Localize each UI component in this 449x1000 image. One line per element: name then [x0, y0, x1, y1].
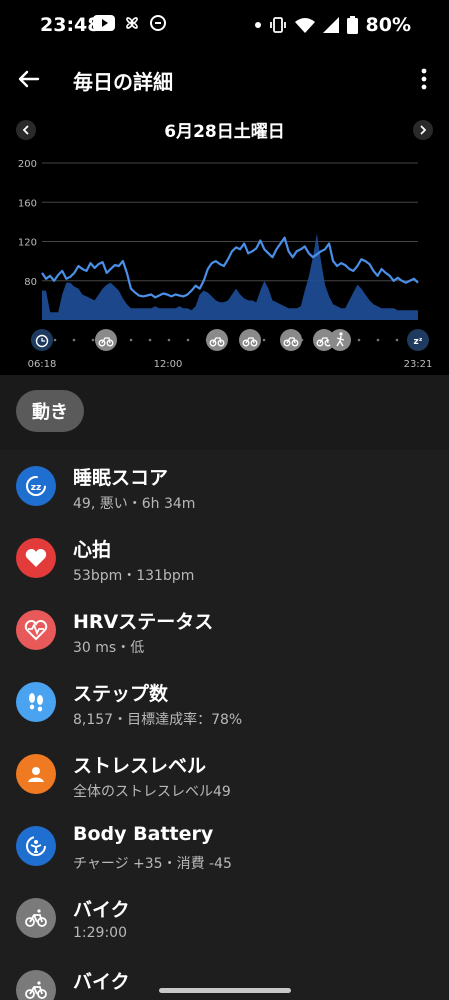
- chart-svg: 200 160 120 80 zᶻ 06:18 12:00 23:21: [18, 159, 433, 370]
- app-bar: 毎日の詳細: [0, 50, 449, 108]
- timeline-dot: [148, 338, 152, 342]
- status-icons-right: 80%: [254, 14, 411, 36]
- list-item[interactable]: ストレスレベル全体のストレスレベル49: [0, 738, 449, 810]
- list-item-subtitle: 1:29:00: [73, 925, 127, 941]
- page-title: 毎日の詳細: [73, 70, 173, 94]
- svg-text:zz: zz: [31, 483, 41, 493]
- list-item-subtitle: 30 ms・低: [73, 640, 145, 656]
- timeline-dot: [186, 338, 190, 342]
- y-tick-label: 160: [18, 198, 37, 209]
- timeline-dot: [72, 338, 76, 342]
- youtube-icon: [93, 15, 115, 31]
- next-day-button[interactable]: [413, 120, 433, 140]
- fan-icon: [126, 17, 138, 29]
- chevron-right-icon: [420, 125, 427, 135]
- bike-icon[interactable]: [206, 329, 228, 351]
- list-item-label: 睡眠スコア: [73, 467, 169, 489]
- status-bar: 23:48 80%: [0, 0, 449, 50]
- daily-chart: 200 160 120 80 zᶻ 06:18 12:00 23:21: [0, 150, 449, 375]
- hrv-icon: [16, 610, 56, 650]
- list-item[interactable]: zz 睡眠スコア 49, 悪い・6h 34m: [0, 450, 449, 522]
- heart-rate-line-series: [41, 236, 419, 299]
- list-item-label: ステップ数: [73, 683, 169, 705]
- notification-icons: [93, 14, 167, 32]
- timeline-dot: [91, 338, 95, 342]
- list-item[interactable]: HRVステータス 30 ms・低: [0, 594, 449, 666]
- x-tick-label: 12:00: [154, 359, 183, 370]
- list-item[interactable]: Body Battery チャージ +35・消費 -45: [0, 810, 449, 882]
- battery-percent: 80%: [365, 14, 411, 36]
- timeline-dot: [129, 338, 133, 342]
- stress-area-series: [42, 233, 418, 320]
- list-item[interactable]: 心拍 53bpm・131bpm: [0, 522, 449, 594]
- dot-icon: [254, 22, 261, 28]
- walk-icon[interactable]: [329, 329, 351, 351]
- bike-icon[interactable]: [239, 329, 261, 351]
- list-item[interactable]: ステップ数 8,157・目標達成率：78%: [0, 666, 449, 738]
- garmin-icon: [150, 15, 166, 31]
- movement-chip[interactable]: 動き: [16, 390, 84, 432]
- y-tick-label: 200: [18, 159, 37, 170]
- list-item-label: HRVステータス: [73, 611, 214, 633]
- more-vert-icon[interactable]: [409, 64, 439, 94]
- list-item-label: Body Battery: [73, 823, 214, 845]
- body-battery-icon: [16, 826, 56, 866]
- list-item-label: ストレスレベル: [73, 755, 207, 777]
- sleep-score-icon: zz: [16, 466, 56, 506]
- timeline-dot: [376, 338, 380, 342]
- alarm-icon[interactable]: [31, 329, 53, 351]
- list-item-label: 心拍: [73, 539, 112, 561]
- x-tick-label: 06:18: [28, 359, 57, 370]
- list-item-subtitle: チャージ +35・消費 -45: [73, 856, 232, 872]
- metrics-list: zz 睡眠スコア 49, 悪い・6h 34m 心拍 53bpm・131bpm HRVステー…: [0, 450, 449, 1000]
- bike-icon: [16, 970, 56, 1000]
- y-tick-label: 80: [24, 277, 37, 288]
- filter-chip-bar: 動き: [0, 375, 449, 450]
- x-tick-label: 23:21: [404, 359, 433, 370]
- date-label: 6月28日土曜日: [164, 122, 285, 142]
- list-item-label: バイク: [73, 899, 130, 921]
- footsteps-icon: [16, 682, 56, 722]
- back-arrow-icon[interactable]: [14, 64, 44, 94]
- home-indicator[interactable]: [159, 988, 291, 993]
- battery-icon: [346, 16, 358, 34]
- list-item-subtitle: 全体のストレスレベル49: [73, 784, 231, 800]
- bike-icon: [16, 898, 56, 938]
- timeline-dot: [395, 338, 399, 342]
- signal-icon: [322, 17, 339, 33]
- list-item-subtitle: 53bpm・131bpm: [73, 568, 195, 584]
- svg-text:zᶻ: zᶻ: [414, 337, 423, 347]
- date-navigator: 6月28日土曜日: [0, 115, 449, 149]
- timeline-dot: [53, 338, 57, 342]
- bike-icon[interactable]: [95, 329, 117, 351]
- wifi-icon: [294, 18, 315, 33]
- timeline-dot: [167, 338, 171, 342]
- timeline-dot: [262, 338, 266, 342]
- list-item[interactable]: バイク 1:29:00: [0, 882, 449, 954]
- list-item-subtitle: 8,157・目標達成率：78%: [73, 712, 243, 728]
- sleep-icon[interactable]: zᶻ: [407, 329, 429, 351]
- vibrate-icon: [269, 17, 286, 33]
- bike-icon[interactable]: [280, 329, 302, 351]
- heart-icon: [16, 538, 56, 578]
- timeline-dot: [357, 338, 361, 342]
- stress-icon: [16, 754, 56, 794]
- list-item-subtitle: 49, 悪い・6h 34m: [73, 496, 196, 512]
- status-time: 23:48: [40, 14, 101, 36]
- list-item-label: バイク: [73, 971, 130, 993]
- y-tick-label: 120: [18, 238, 37, 249]
- list-item[interactable]: バイク: [0, 954, 449, 1000]
